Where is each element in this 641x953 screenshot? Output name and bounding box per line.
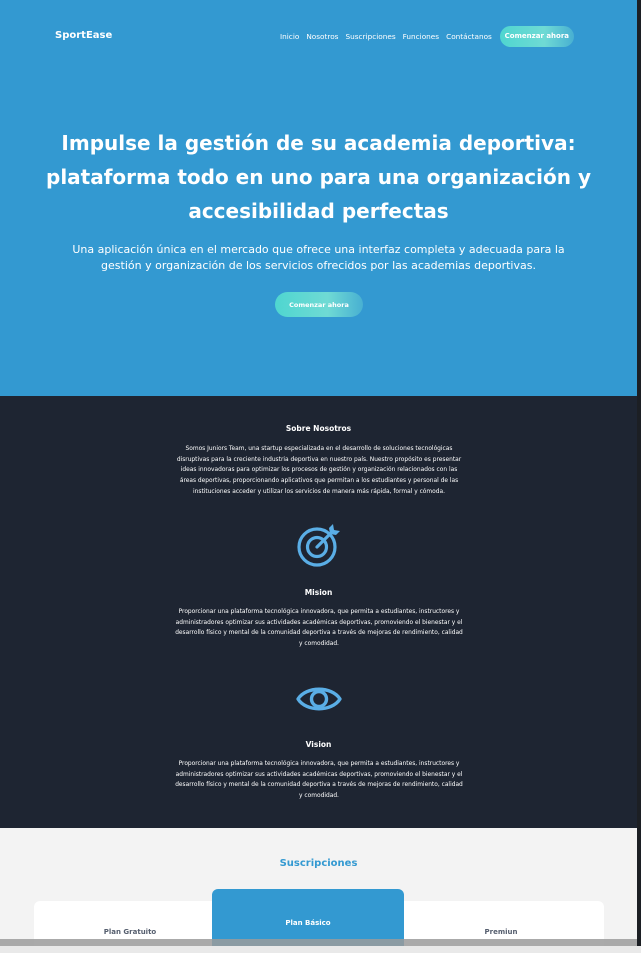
vision-title: Vision — [305, 740, 332, 749]
mission-text-line: y comodidad. — [299, 641, 339, 648]
hero-title: Impulse la gestión de su academia deport… — [30, 126, 607, 228]
vision-text: Proporcionar una plataforma tecnológica … — [134, 759, 504, 802]
about-text-line: áreas deportivas, proporcionando aplicat… — [179, 478, 459, 485]
nav-link-nosotros[interactable]: Nosotros — [306, 32, 338, 41]
nav-link-suscripciones[interactable]: Suscripciones — [345, 32, 395, 41]
window-edge — [637, 0, 641, 953]
hero-title-line: plataforma todo en uno para una organiza… — [46, 165, 591, 189]
eye-icon — [296, 676, 342, 722]
nav-link-inicio[interactable]: Inicio — [280, 32, 299, 41]
about-title: Sobre Nosotros — [285, 424, 352, 433]
mission-text-line: desarrollo físico y mental de la comunid… — [175, 630, 463, 637]
main-nav: Inicio Nosotros Suscripciones Funciones … — [280, 25, 574, 47]
hero-subtitle-line: gestión y organización de los servicios … — [101, 259, 536, 272]
target-icon — [296, 522, 342, 568]
vision-text-line: desarrollo físico y mental de la comunid… — [175, 782, 463, 789]
hero-title-line: accesibilidad perfectas — [188, 199, 449, 223]
brand-logo[interactable]: SportEase — [55, 30, 112, 41]
hero-subtitle: Una aplicación única en el mercado que o… — [60, 242, 577, 274]
about-text-line: instituciones acceder y utilizar los ser… — [193, 488, 445, 495]
nav-link-funciones[interactable]: Funciones — [403, 32, 439, 41]
hero-cta-button[interactable]: Comenzar ahora — [275, 292, 363, 317]
hero-title-line: Impulse la gestión de su academia deport… — [61, 131, 576, 155]
horizontal-scrollbar[interactable] — [0, 939, 637, 946]
subscriptions-section: Suscripciones Plan Gratuito Plan Básico … — [0, 828, 637, 953]
vision-text-line: y comodidad. — [299, 793, 339, 800]
about-text-line: ideas innovadoras para optimizar los pro… — [180, 467, 458, 474]
vision-text-line: administradores optimizar sus actividade… — [175, 771, 463, 778]
vision-text-line: Proporcionar una plataforma tecnológica … — [178, 761, 460, 767]
hero-section: SportEase Inicio Nosotros Suscripciones … — [0, 0, 637, 396]
about-text: Somos Juniors Team, una startup especial… — [139, 444, 499, 498]
subscriptions-title: Suscripciones — [279, 858, 358, 869]
nav-link-contactanos[interactable]: Contáctanos — [446, 32, 492, 41]
landing-page: SportEase Inicio Nosotros Suscripciones … — [0, 0, 637, 953]
header-cta-button[interactable]: Comenzar ahora — [499, 25, 574, 47]
plan-label-basic[interactable]: Plan Básico — [258, 919, 358, 927]
window-bottom-edge — [0, 946, 641, 953]
mission-text-line: administradores optimizar sus actividade… — [175, 619, 463, 626]
about-text-line: disruptivas para la creciente industria … — [176, 456, 462, 463]
mission-text-line: Proporcionar una plataforma tecnológica … — [178, 609, 460, 615]
mission-text: Proporcionar una plataforma tecnológica … — [134, 607, 504, 650]
about-text-line: Somos Juniors Team, una startup especial… — [185, 446, 453, 452]
mission-title: Mision — [304, 588, 333, 597]
about-section: Sobre Nosotros Somos Juniors Team, una s… — [0, 396, 637, 828]
hero-subtitle-line: Una aplicación única en el mercado que o… — [72, 243, 565, 256]
plan-label-free[interactable]: Plan Gratuito — [80, 928, 180, 936]
plan-label-premium[interactable]: Premiun — [451, 928, 551, 936]
